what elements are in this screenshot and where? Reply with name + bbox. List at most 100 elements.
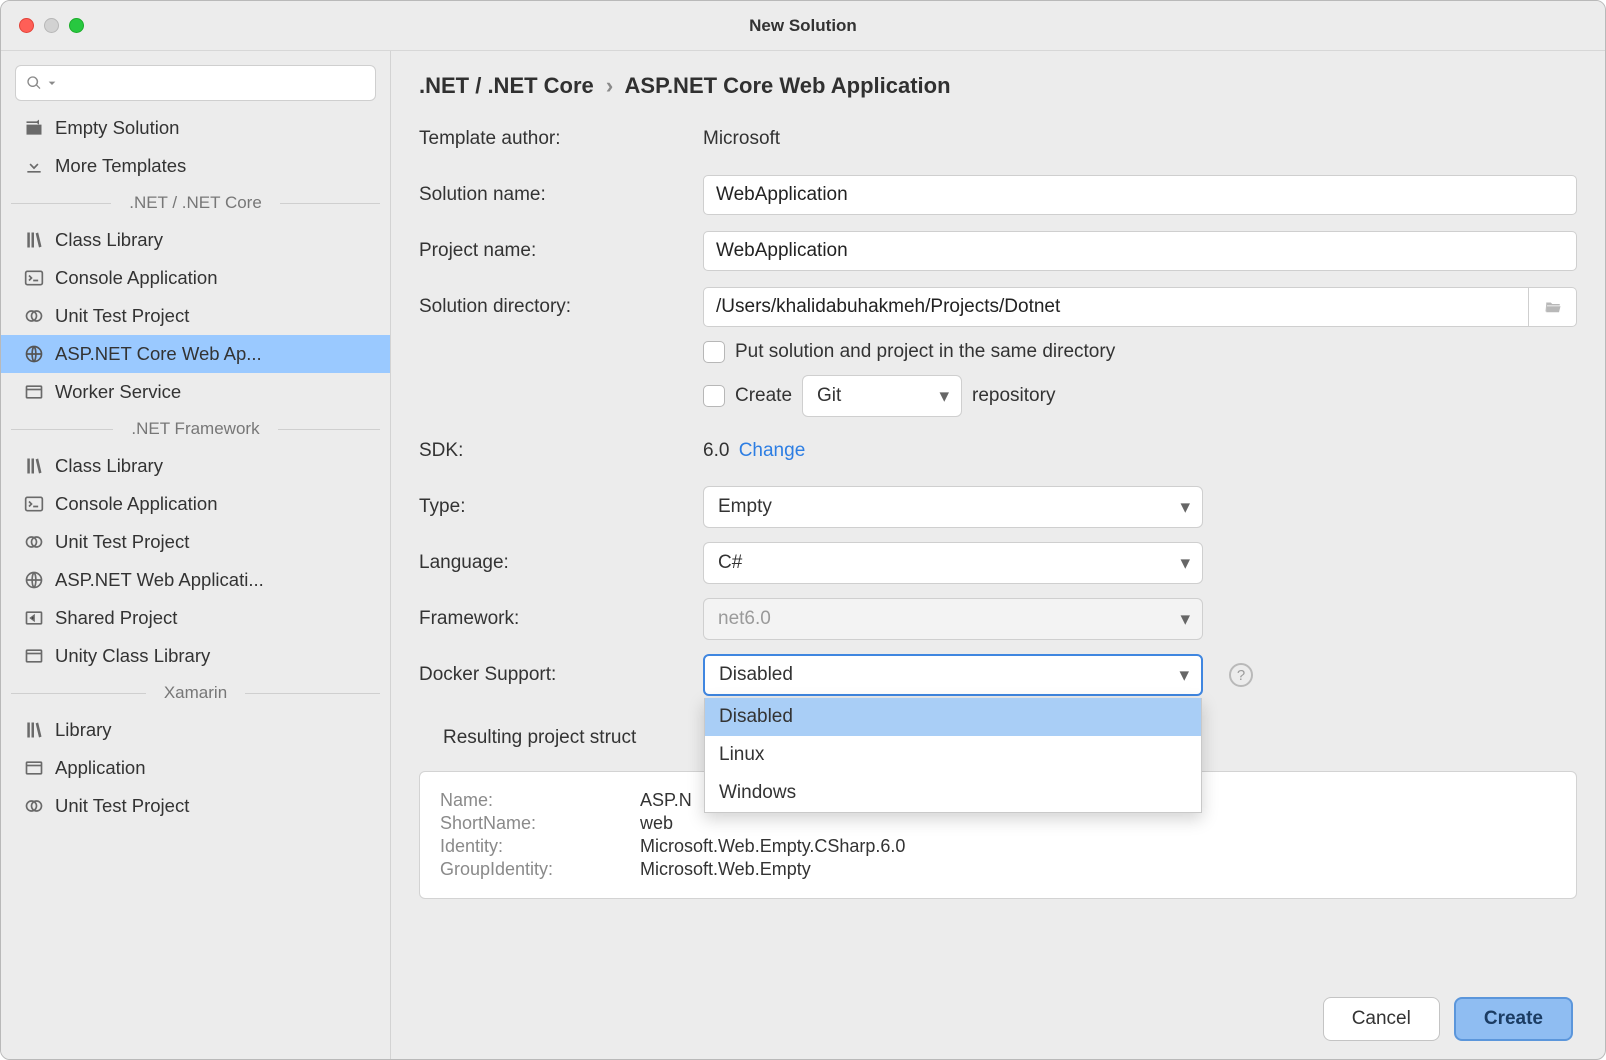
chevron-down-icon: ▾ — [1180, 552, 1190, 575]
preview-groupidentity-label: GroupIdentity: — [440, 859, 640, 880]
sidebar-item-empty-solution[interactable]: Empty Solution — [1, 109, 390, 147]
docker-support-label: Docker Support: — [419, 664, 689, 686]
sidebar-item-aspnet-web-app[interactable]: ASP.NET Web Applicati... — [1, 561, 390, 599]
sidebar-item-label: Console Application — [55, 267, 218, 289]
breadcrumb: .NET / .NET Core › ASP.NET Core Web Appl… — [419, 73, 1577, 99]
sidebar-item-class-library-nf[interactable]: Class Library — [1, 447, 390, 485]
sidebar-item-label: Application — [55, 757, 146, 779]
empty-solution-icon — [23, 117, 45, 139]
solution-directory-input[interactable]: /Users/khalidabuhakmeh/Projects/Dotnet — [703, 287, 1529, 327]
sidebar-item-xamarin-library[interactable]: Library — [1, 711, 390, 749]
project-name-label: Project name: — [419, 240, 689, 262]
create-repository-row: Create Git ▾ repository — [703, 375, 1577, 417]
preview-shortname-value: web — [640, 813, 673, 834]
framework-select: net6.0 ▾ — [703, 598, 1203, 640]
sidebar-item-worker-service[interactable]: Worker Service — [1, 373, 390, 411]
sidebar-item-console-application-nf[interactable]: Console Application — [1, 485, 390, 523]
template-author-value: Microsoft — [703, 128, 780, 150]
repository-suffix: repository — [972, 385, 1055, 407]
window-icon — [23, 757, 45, 779]
window-title: New Solution — [1, 16, 1605, 36]
titlebar: New Solution — [1, 1, 1605, 51]
solution-name-input[interactable]: WebApplication — [703, 175, 1577, 215]
docker-option-disabled[interactable]: Disabled — [705, 698, 1201, 736]
sidebar-item-xamarin-unit-test[interactable]: Unit Test Project — [1, 787, 390, 825]
sidebar-item-label: Console Application — [55, 493, 218, 515]
sidebar-group-header: .NET Framework — [1, 411, 390, 447]
docker-option-linux[interactable]: Linux — [705, 736, 1201, 774]
sidebar-item-shared-project[interactable]: Shared Project — [1, 599, 390, 637]
sdk-label: SDK: — [419, 440, 689, 462]
chevron-down-icon: ▾ — [1179, 664, 1189, 687]
search-icon — [26, 75, 42, 91]
sidebar-item-label: Library — [55, 719, 112, 741]
preview-identity-value: Microsoft.Web.Empty.CSharp.6.0 — [640, 836, 905, 857]
test-icon — [23, 795, 45, 817]
test-icon — [23, 305, 45, 327]
sidebar-item-xamarin-application[interactable]: Application — [1, 749, 390, 787]
preview-name-value: ASP.N — [640, 790, 692, 811]
sidebar-item-unit-test-project-nf[interactable]: Unit Test Project — [1, 523, 390, 561]
folder-open-icon — [1542, 298, 1564, 316]
sidebar-item-aspnet-core-web-app[interactable]: ASP.NET Core Web Ap... — [1, 335, 390, 373]
test-icon — [23, 531, 45, 553]
dialog-body: Empty Solution More Templates .NET / .NE… — [1, 51, 1605, 1059]
sdk-change-link[interactable]: Change — [739, 440, 806, 461]
sidebar-item-more-templates[interactable]: More Templates — [1, 147, 390, 185]
globe-icon — [23, 343, 45, 365]
create-button[interactable]: Create — [1454, 997, 1573, 1041]
repository-type-select[interactable]: Git ▾ — [802, 375, 962, 417]
chevron-right-icon: › — [600, 73, 619, 98]
chevron-down-icon — [44, 75, 60, 91]
project-name-input[interactable]: WebApplication — [703, 231, 1577, 271]
books-icon — [23, 719, 45, 741]
breadcrumb-root: .NET / .NET Core — [419, 73, 594, 98]
docker-support-select[interactable]: Disabled ▾ Disabled Linux Windows — [703, 654, 1203, 696]
sidebar-item-unity-class-library[interactable]: Unity Class Library — [1, 637, 390, 675]
sidebar-item-label: Shared Project — [55, 607, 177, 629]
shared-icon — [23, 607, 45, 629]
sidebar-item-label: Empty Solution — [55, 117, 179, 139]
dialog-footer: Cancel Create — [419, 997, 1577, 1041]
download-icon — [23, 155, 45, 177]
help-icon[interactable]: ? — [1229, 663, 1253, 687]
type-select[interactable]: Empty ▾ — [703, 486, 1203, 528]
template-list: Empty Solution More Templates .NET / .NE… — [1, 109, 390, 1059]
browse-directory-button[interactable] — [1529, 287, 1577, 327]
sidebar-item-label: Unit Test Project — [55, 305, 189, 327]
same-directory-checkbox[interactable] — [703, 341, 725, 363]
sidebar-group-header: .NET / .NET Core — [1, 185, 390, 221]
window-icon — [23, 381, 45, 403]
terminal-icon — [23, 267, 45, 289]
preview-groupidentity-value: Microsoft.Web.Empty — [640, 859, 811, 880]
sidebar-item-class-library[interactable]: Class Library — [1, 221, 390, 259]
docker-option-windows[interactable]: Windows — [705, 774, 1201, 812]
same-directory-checkbox-row: Put solution and project in the same dir… — [703, 341, 1577, 363]
sidebar-item-label: ASP.NET Core Web Ap... — [55, 343, 262, 365]
sidebar-item-label: Class Library — [55, 455, 163, 477]
sidebar-item-label: Class Library — [55, 229, 163, 251]
sidebar-item-console-application[interactable]: Console Application — [1, 259, 390, 297]
sidebar: Empty Solution More Templates .NET / .NE… — [1, 51, 391, 1059]
window-icon — [23, 645, 45, 667]
sdk-value: 6.0 — [703, 440, 729, 461]
chevron-down-icon: ▾ — [939, 385, 949, 408]
sidebar-item-label: More Templates — [55, 155, 186, 177]
preview-identity-label: Identity: — [440, 836, 640, 857]
type-label: Type: — [419, 496, 689, 518]
solution-name-label: Solution name: — [419, 184, 689, 206]
language-select[interactable]: C# ▾ — [703, 542, 1203, 584]
solution-directory-label: Solution directory: — [419, 296, 689, 318]
sidebar-item-unit-test-project[interactable]: Unit Test Project — [1, 297, 390, 335]
sidebar-group-header: Xamarin — [1, 675, 390, 711]
sidebar-item-label: Unit Test Project — [55, 531, 189, 553]
new-solution-dialog: New Solution Empty Solution More Templat… — [0, 0, 1606, 1060]
sidebar-item-label: Worker Service — [55, 381, 181, 403]
search-input[interactable] — [15, 65, 376, 101]
sidebar-item-label: Unit Test Project — [55, 795, 189, 817]
create-repository-checkbox[interactable] — [703, 385, 725, 407]
chevron-down-icon: ▾ — [1180, 496, 1190, 519]
same-directory-label: Put solution and project in the same dir… — [735, 341, 1115, 363]
docker-support-dropdown: Disabled Linux Windows — [704, 698, 1202, 813]
cancel-button[interactable]: Cancel — [1323, 997, 1440, 1041]
